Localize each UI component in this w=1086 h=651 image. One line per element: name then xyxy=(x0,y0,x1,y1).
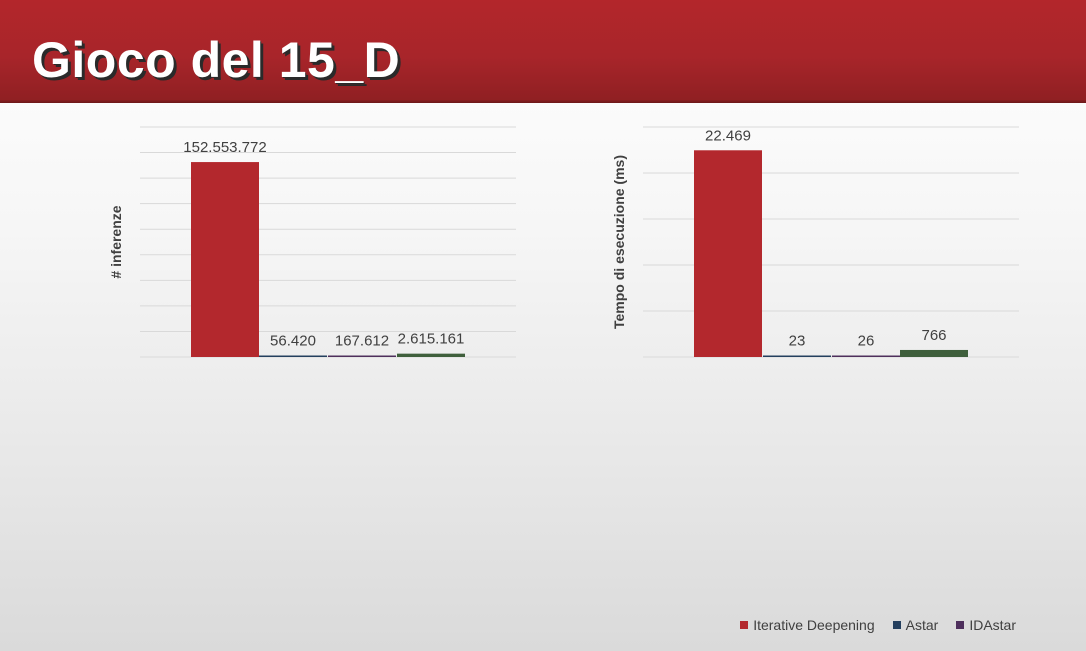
legend-label: IDAstar xyxy=(969,617,1016,633)
data-label: 22.469 xyxy=(705,127,751,144)
y-axis-title: Tempo di esecuzione (ms) xyxy=(611,155,627,329)
bar xyxy=(900,349,968,357)
legend-label: Astar xyxy=(905,617,939,633)
legend-label: Iterative Deepening xyxy=(753,617,875,633)
bar xyxy=(694,150,762,357)
legend-item: Iterative Deepening xyxy=(740,617,875,633)
legend-swatch xyxy=(956,621,965,629)
data-label: 23 xyxy=(789,333,806,350)
chart-execution-time: 22.469 23 26 766 Tempo di esecuzione (ms) xyxy=(611,126,1019,358)
legend-swatch xyxy=(892,621,901,629)
legend-item: Astar xyxy=(892,617,939,633)
legend-swatch xyxy=(740,621,749,629)
data-label: 26 xyxy=(858,333,875,350)
legend-item: IDAstar xyxy=(956,617,1016,633)
bar xyxy=(763,355,831,357)
chart-legend: Iterative Deepening Astar IDAstar xyxy=(740,616,1016,634)
bar xyxy=(832,355,900,357)
data-label: 766 xyxy=(921,327,946,344)
